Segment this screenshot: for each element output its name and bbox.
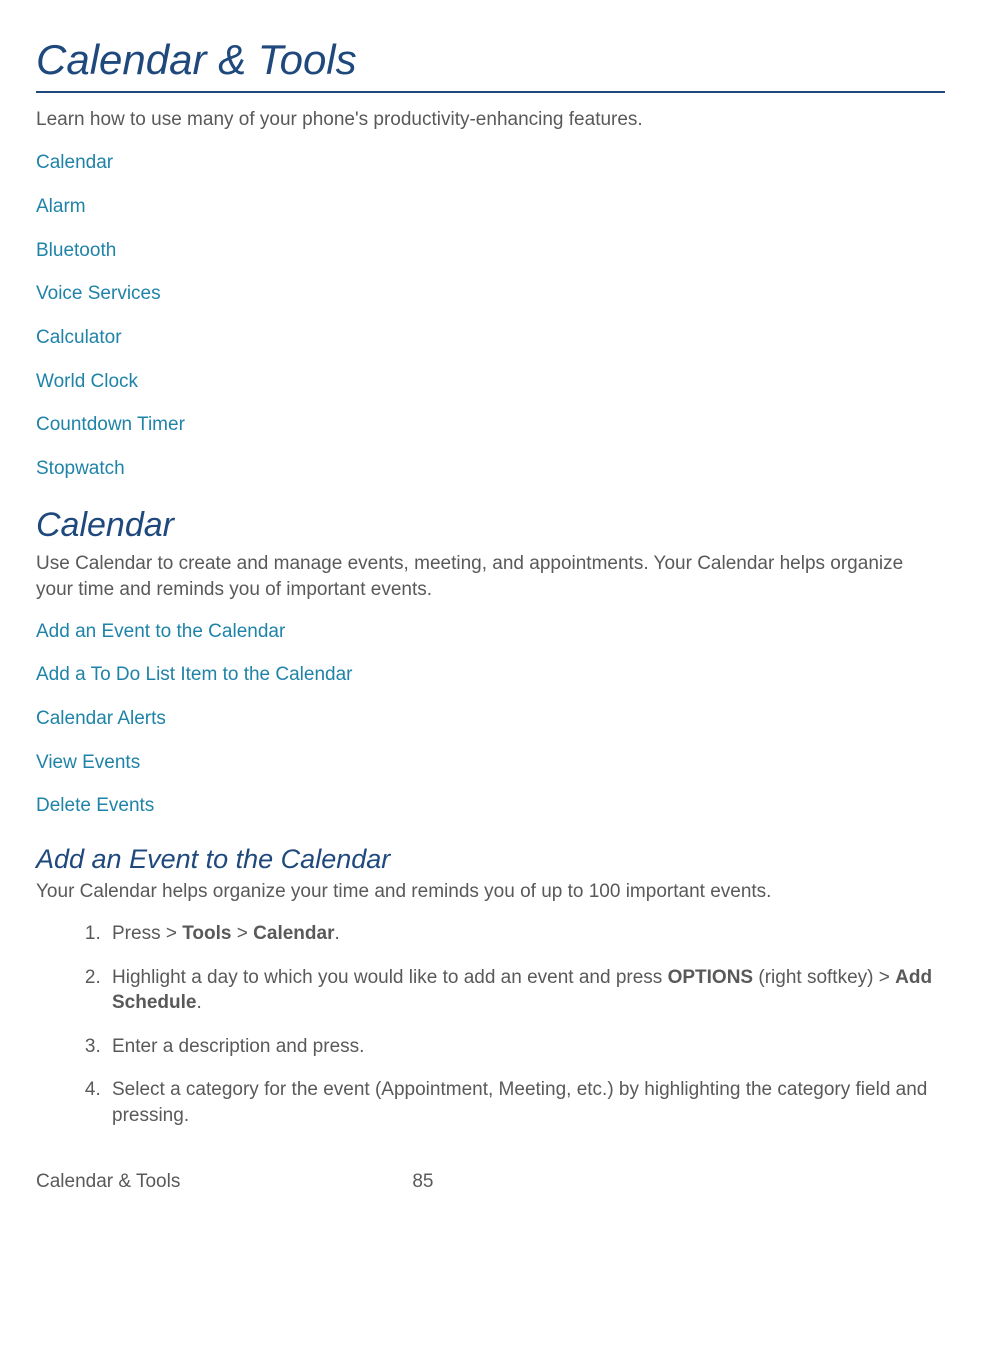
- footer-title: Calendar & Tools: [36, 1169, 180, 1195]
- calendar-link-list: Add an Event to the Calendar Add a To Do…: [36, 619, 945, 819]
- link-alarm[interactable]: Alarm: [36, 194, 945, 220]
- footer-page-number: 85: [412, 1169, 433, 1195]
- link-calendar-alerts[interactable]: Calendar Alerts: [36, 706, 945, 732]
- main-link-list: Calendar Alarm Bluetooth Voice Services …: [36, 150, 945, 481]
- link-delete-events[interactable]: Delete Events: [36, 793, 945, 819]
- link-bluetooth[interactable]: Bluetooth: [36, 238, 945, 264]
- step-2-text-a: Highlight a day to which you would like …: [112, 967, 668, 988]
- calendar-heading: Calendar: [36, 503, 945, 549]
- step-1-text-c: >: [232, 923, 254, 944]
- step-1-calendar: Calendar: [253, 923, 334, 944]
- link-countdown-timer[interactable]: Countdown Timer: [36, 412, 945, 438]
- step-1-text-a: Press >: [112, 923, 182, 944]
- footer: Calendar & Tools 85: [36, 1169, 945, 1195]
- link-world-clock[interactable]: World Clock: [36, 369, 945, 395]
- link-add-event[interactable]: Add an Event to the Calendar: [36, 619, 945, 645]
- step-1: Press > Tools > Calendar.: [106, 921, 945, 947]
- step-4: Select a category for the event (Appoint…: [106, 1077, 945, 1128]
- step-2-options: OPTIONS: [668, 967, 754, 988]
- intro-text: Learn how to use many of your phone's pr…: [36, 107, 945, 133]
- calendar-intro: Use Calendar to create and manage events…: [36, 551, 945, 602]
- add-event-intro: Your Calendar helps organize your time a…: [36, 879, 945, 905]
- link-add-todo[interactable]: Add a To Do List Item to the Calendar: [36, 662, 945, 688]
- step-2: Highlight a day to which you would like …: [106, 965, 945, 1016]
- step-2-text-c: (right softkey) >: [753, 967, 895, 988]
- link-calendar[interactable]: Calendar: [36, 150, 945, 176]
- step-2-text-e: .: [196, 992, 201, 1013]
- link-voice-services[interactable]: Voice Services: [36, 281, 945, 307]
- page-title: Calendar & Tools: [36, 32, 945, 93]
- step-1-tools: Tools: [182, 923, 231, 944]
- step-3: Enter a description and press.: [106, 1034, 945, 1060]
- link-calculator[interactable]: Calculator: [36, 325, 945, 351]
- link-stopwatch[interactable]: Stopwatch: [36, 456, 945, 482]
- add-event-heading: Add an Event to the Calendar: [36, 841, 945, 877]
- step-1-text-e: .: [334, 923, 339, 944]
- steps-list: Press > Tools > Calendar. Highlight a da…: [36, 921, 945, 1129]
- link-view-events[interactable]: View Events: [36, 750, 945, 776]
